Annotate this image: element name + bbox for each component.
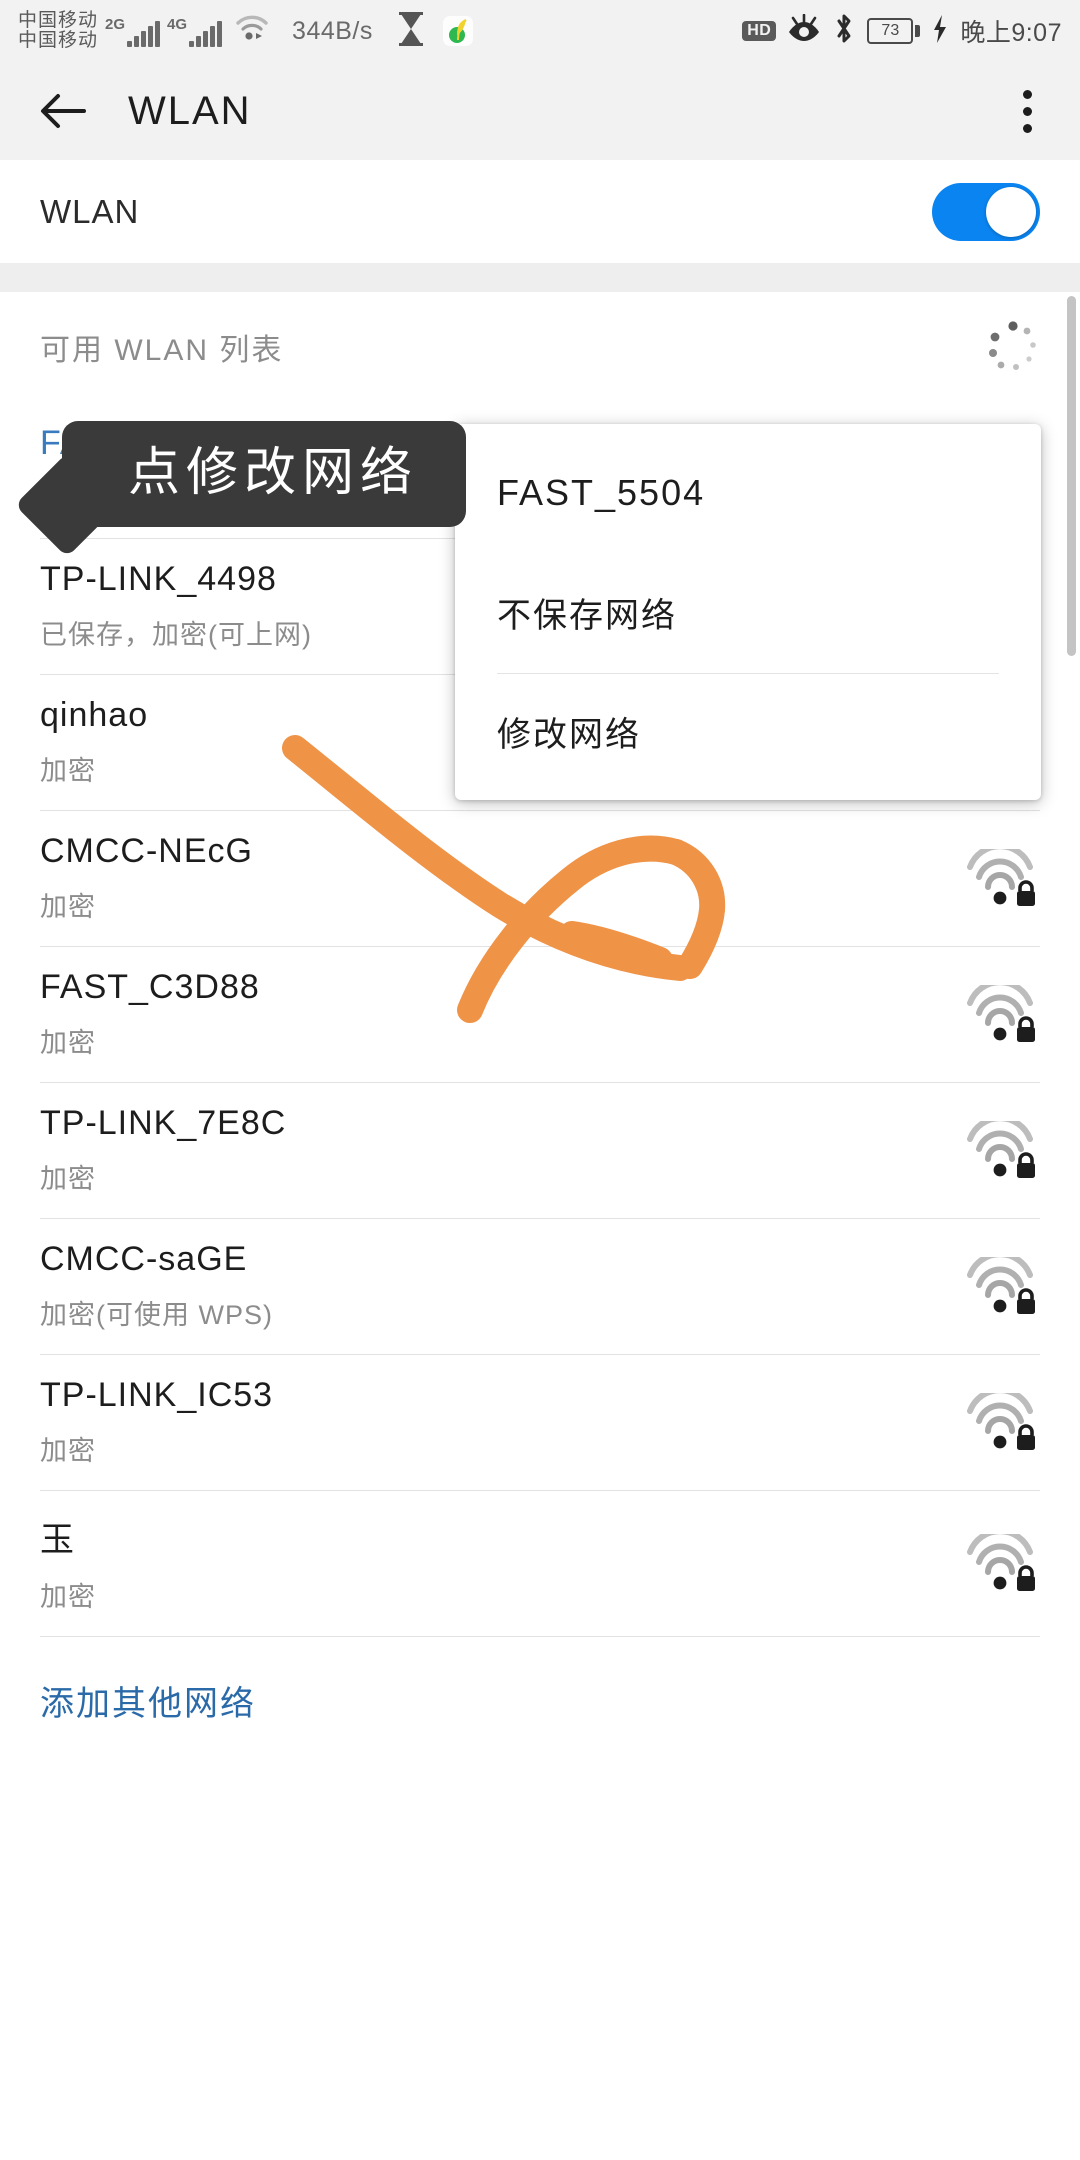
available-networks-header: 可用 WLAN 列表	[0, 292, 1080, 402]
back-arrow-icon[interactable]	[36, 84, 90, 138]
status-bar: 中国移动 中国移动 2G 4G 344B/s HD 73 晚上9:07	[0, 0, 1080, 62]
network-row[interactable]: 玉加密	[0, 1490, 1080, 1636]
network-text: TP-LINK_7E8C 加密	[40, 1104, 286, 1196]
sim1-generation-label: 2G	[105, 15, 126, 33]
annotation-callout-text: 点修改网络	[128, 444, 419, 502]
bluetooth-icon	[832, 13, 856, 50]
context-menu-modify-network[interactable]: 修改网络	[455, 673, 1041, 792]
carrier-sim2: 中国移动	[18, 30, 99, 51]
network-status: 加密	[40, 892, 96, 922]
network-text: TP-LINK_IC53 加密	[40, 1376, 273, 1468]
hourglass-icon	[398, 11, 424, 51]
available-networks-label: 可用 WLAN 列表	[40, 334, 284, 367]
wlan-toggle-row[interactable]: WLAN	[0, 160, 1080, 263]
wifi-signal-lock-icon	[966, 1115, 1040, 1179]
network-text: qinhao 加密	[40, 696, 148, 788]
network-text: TP-LINK_4498 已保存，加密(可上网)	[40, 560, 312, 652]
scanning-spinner-icon	[986, 320, 1040, 374]
wlan-toggle-label: WLAN	[40, 192, 140, 230]
charging-bolt-icon	[931, 14, 949, 49]
carrier-sim1: 中国移动	[18, 10, 99, 32]
wifi-signal-lock-icon	[966, 843, 1040, 907]
network-ssid: FAST_C3D88	[40, 968, 260, 1006]
sim2-signal: 4G	[167, 15, 223, 47]
wifi-signal-lock-icon	[966, 1387, 1040, 1451]
network-ssid: TP-LINK_IC53	[40, 1376, 274, 1414]
wifi-signal-lock-icon	[966, 1528, 1040, 1592]
wifi-signal-lock-icon	[966, 1251, 1040, 1315]
network-status: 加密	[40, 1028, 96, 1058]
network-speed-label: 344B/s	[292, 16, 373, 45]
network-status: 加密	[40, 756, 96, 786]
status-bar-left: 中国移动 中国移动 2G 4G 344B/s	[18, 11, 473, 51]
signal-bars-icon	[127, 19, 161, 47]
wlan-toggle-switch[interactable]	[932, 182, 1040, 241]
network-ssid: qinhao	[40, 696, 149, 734]
list-scrollbar[interactable]	[1067, 296, 1076, 656]
status-bar-right: HD 73 晚上9:07	[742, 13, 1062, 50]
network-ssid: TP-LINK_7E8C	[40, 1104, 287, 1142]
network-text: FAST_C3D88 加密	[40, 968, 260, 1060]
sim1-signal: 2G	[105, 15, 161, 47]
network-ssid: TP-LINK_4498	[40, 560, 277, 598]
leaf-app-icon	[442, 16, 473, 46]
battery-icon: 73	[867, 18, 921, 44]
network-row[interactable]: FAST_C3D88 加密	[0, 946, 1080, 1082]
wifi-icon	[235, 14, 269, 47]
network-ssid: 玉	[40, 1521, 75, 1559]
network-context-menu: FAST_5504 不保存网络 修改网络	[455, 424, 1041, 800]
network-ssid: CMCC-NEcG	[40, 832, 253, 870]
add-other-network-button[interactable]: 添加其他网络	[0, 1636, 1080, 1725]
carrier-names: 中国移动 中国移动	[18, 11, 98, 51]
network-text: CMCC-saGE 加密(可使用 WPS)	[40, 1240, 273, 1332]
section-divider	[0, 263, 1080, 292]
wifi-signal-lock-icon	[966, 979, 1040, 1043]
hd-voice-icon: HD	[742, 21, 777, 41]
network-status: 已保存，加密(可上网)	[40, 620, 312, 650]
more-options-icon[interactable]	[1011, 80, 1044, 143]
network-row[interactable]: TP-LINK_7E8C 加密	[0, 1082, 1080, 1218]
context-menu-forget-network[interactable]: 不保存网络	[455, 554, 1041, 673]
toggle-knob	[986, 186, 1036, 237]
network-status: 加密	[40, 1436, 96, 1466]
app-bar: WLAN	[0, 62, 1080, 160]
network-status: 加密(可使用 WPS)	[40, 1300, 273, 1330]
page-title: WLAN	[128, 88, 252, 133]
signal-bars-icon	[189, 19, 223, 47]
network-row[interactable]: CMCC-saGE 加密(可使用 WPS)	[0, 1218, 1080, 1354]
network-row[interactable]: CMCC-NEcG 加密	[0, 810, 1080, 946]
network-text: CMCC-NEcG 加密	[40, 832, 253, 924]
battery-level-label: 73	[867, 18, 914, 44]
sim2-generation-label: 4G	[167, 15, 188, 33]
network-text: 玉加密	[40, 1512, 96, 1614]
network-ssid: CMCC-saGE	[40, 1240, 248, 1278]
wlan-settings-screen: 中国移动 中国移动 2G 4G 344B/s HD 73 晚上9:07 WLAN…	[0, 0, 1080, 2160]
network-status: 加密	[40, 1164, 96, 1194]
context-menu-title: FAST_5504	[497, 472, 706, 513]
clock-label: 晚上9:07	[960, 19, 1062, 47]
network-row[interactable]: TP-LINK_IC53 加密	[0, 1354, 1080, 1490]
eye-comfort-icon	[787, 13, 821, 49]
network-status: 加密	[40, 1582, 96, 1612]
